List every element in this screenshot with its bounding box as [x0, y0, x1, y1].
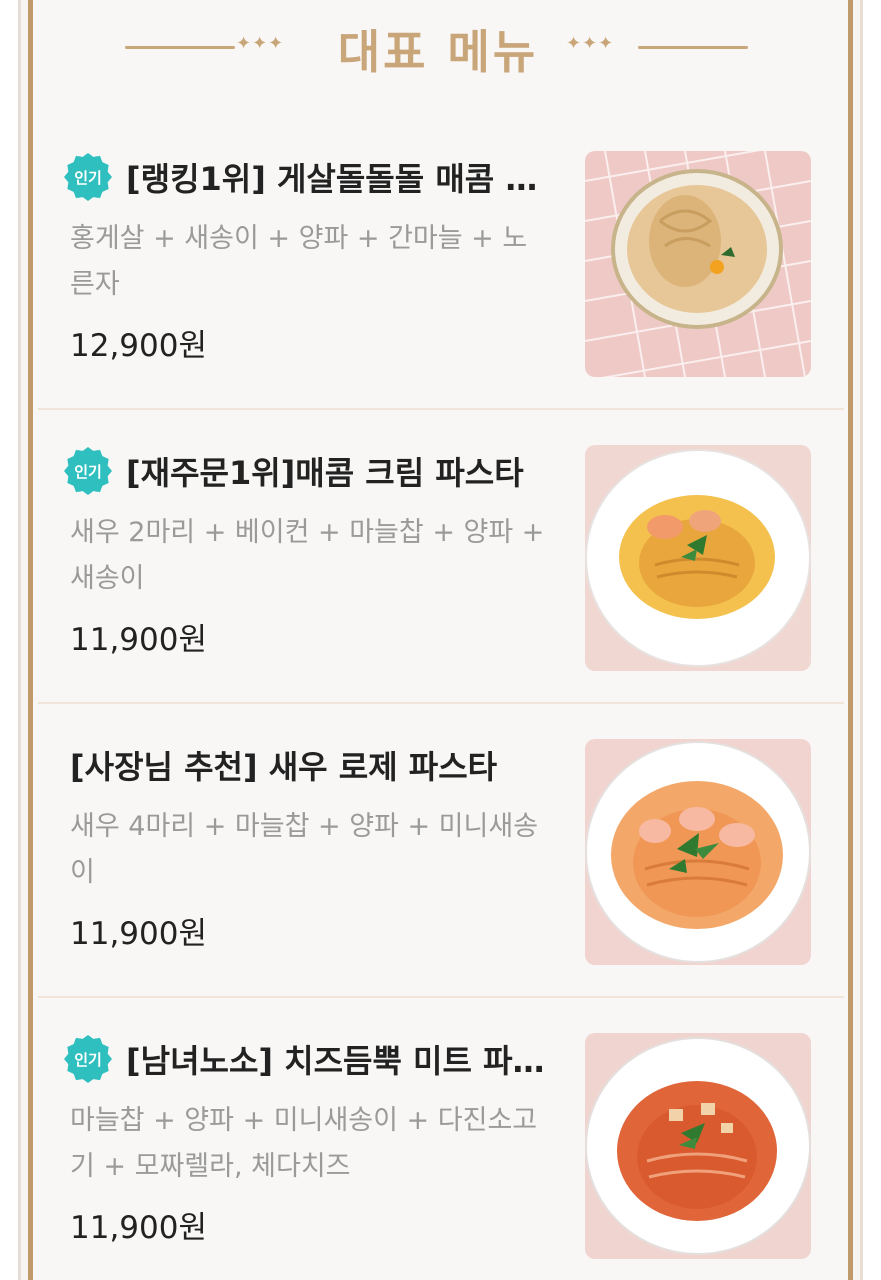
crab-cream-pasta-photo[interactable] — [585, 151, 811, 377]
cheese-meat-pasta-photo[interactable] — [585, 1033, 811, 1259]
menu-item-title-row: 인기 [랭킹1위] 게살돌돌돌 매콤 크림 파스타 — [64, 153, 564, 201]
popular-badge: 인기 — [64, 447, 112, 495]
menu-item-name: [남녀노소] 치즈듬뿍 미트 파스타 — [126, 1042, 564, 1080]
menu-item-name: [랭킹1위] 게살돌돌돌 매콤 크림 파스타 — [126, 160, 564, 198]
shrimp-rose-pasta-photo[interactable] — [585, 739, 811, 965]
menu-item-price: 11,900원 — [70, 1210, 207, 1246]
header-divider-left — [125, 46, 235, 49]
menu-item-title-row: 인기 [재주문1위]매콤 크림 파스타 — [64, 447, 564, 495]
menu-item[interactable]: 인기 [랭킹1위] 게살돌돌돌 매콤 크림 파스타 홍게살 + 새송이 + 양파… — [38, 116, 844, 410]
menu-item-title-row: 인기 [남녀노소] 치즈듬뿍 미트 파스타 — [64, 1035, 564, 1083]
menu-item[interactable]: 인기 [재주문1위]매콤 크림 파스타 새우 2마리 + 베이컨 + 마늘찹 +… — [38, 410, 844, 704]
menu-item-name: [사장님 추천] 새우 로제 파스타 — [70, 748, 498, 786]
menu-item-price: 11,900원 — [70, 916, 207, 952]
spicy-cream-pasta-photo[interactable] — [585, 445, 811, 671]
popular-badge: 인기 — [64, 1035, 112, 1083]
menu-item[interactable]: [사장님 추천] 새우 로제 파스타 새우 4마리 + 마늘찹 + 양파 + 미… — [38, 704, 844, 998]
menu-item-description: 마늘찹 + 양파 + 미니새송이 + 다진소고기 + 모짜렐라, 체다치즈 — [70, 1105, 538, 1182]
menu-item-title-row: [사장님 추천] 새우 로제 파스타 — [64, 742, 564, 788]
popular-badge: 인기 — [64, 153, 112, 201]
menu-item[interactable]: 인기 [남녀노소] 치즈듬뿍 미트 파스타 마늘찹 + 양파 + 미니새송이 +… — [38, 998, 844, 1280]
sparkle-icon: ✦✦✦ — [236, 33, 285, 54]
section-header: ✦✦✦ 대표 메뉴 ✦✦✦ — [33, 0, 848, 110]
header-divider-right — [638, 46, 748, 49]
menu-page: ✦✦✦ 대표 메뉴 ✦✦✦ 인기 [랭킹1위] 게살돌돌돌 매콤 크림 파스타 … — [0, 0, 881, 1280]
menu-item-description: 홍게살 + 새송이 + 양파 + 간마늘 + 노른자 — [70, 223, 528, 300]
menu-item-description: 새우 2마리 + 베이컨 + 마늘찹 + 양파 + 새송이 — [70, 517, 545, 594]
menu-item-description: 새우 4마리 + 마늘찹 + 양파 + 미니새송이 — [70, 811, 539, 888]
menu-item-price: 12,900원 — [70, 328, 207, 364]
section-title: 대표 메뉴 — [337, 25, 539, 79]
menu-item-name: [재주문1위]매콤 크림 파스타 — [126, 454, 524, 492]
sparkle-icon: ✦✦✦ — [566, 33, 615, 54]
menu-item-price: 11,900원 — [70, 622, 207, 658]
